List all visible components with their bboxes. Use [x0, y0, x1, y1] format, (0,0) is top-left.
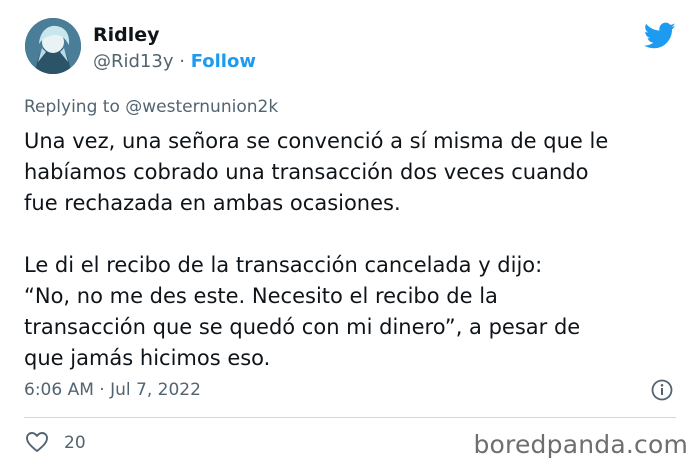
- info-icon[interactable]: [651, 379, 673, 401]
- replying-to-line: Replying to @westernunion2k: [24, 97, 278, 117]
- reply-mention-link[interactable]: @westernunion2k: [125, 97, 278, 117]
- user-handle[interactable]: @Rid13y: [93, 51, 174, 72]
- heart-icon[interactable]: [25, 431, 49, 453]
- tweet-paragraph-1: Una vez, una señora se convenció a sí mi…: [24, 129, 609, 215]
- boredpanda-watermark: boredpanda.com: [473, 430, 688, 459]
- avatar-image: [25, 18, 81, 74]
- tweet-timestamp[interactable]: 6:06 AM · Jul 7, 2022: [24, 380, 201, 400]
- avatar[interactable]: [25, 18, 81, 74]
- tweet-paragraph-2: Le di el recibo de la transacción cancel…: [24, 253, 581, 370]
- replying-prefix: Replying to: [24, 97, 120, 117]
- follow-button[interactable]: Follow: [191, 51, 256, 72]
- divider: [24, 417, 676, 418]
- handle-separator: ·: [179, 51, 185, 72]
- display-name[interactable]: Ridley: [93, 24, 160, 46]
- twitter-bird-icon[interactable]: [644, 22, 676, 50]
- handle-row: @Rid13y · Follow: [93, 51, 256, 72]
- tweet-text: Una vez, una señora se convenció a sí mi…: [24, 126, 684, 374]
- like-count: 20: [64, 433, 86, 453]
